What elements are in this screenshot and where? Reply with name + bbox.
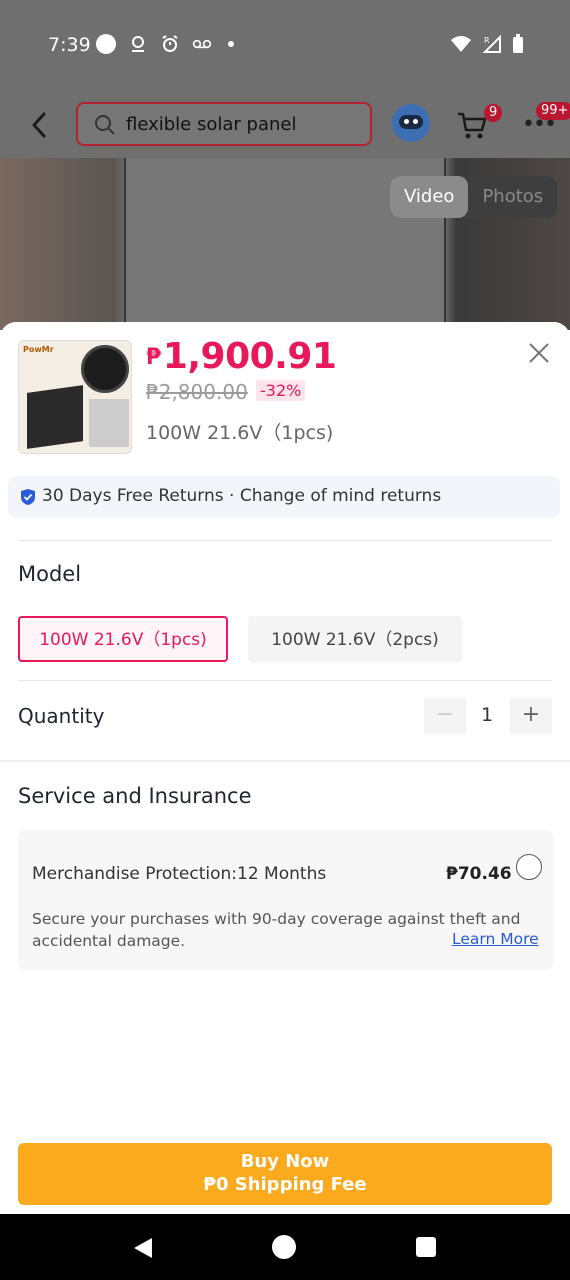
insurance-title: Merchandise Protection:12 Months xyxy=(32,864,327,884)
shield-check-icon xyxy=(21,489,35,505)
product-media-hero[interactable]: Video Photos xyxy=(0,158,570,330)
model-title: Model xyxy=(18,562,82,586)
robot-eye xyxy=(404,119,409,124)
battery-icon xyxy=(513,34,523,53)
back-arrow-icon[interactable] xyxy=(26,110,54,140)
learn-more-link[interactable]: Learn More xyxy=(452,930,539,948)
insurance-card[interactable]: Merchandise Protection:12 Months ₱70.46 … xyxy=(18,830,554,970)
sku-selector-sheet: PowMr ₱1,900.91 ₱2,800.00 -32% 100W 21.6… xyxy=(0,322,570,1214)
thumbnail-detail-image xyxy=(89,399,129,447)
current-price: ₱1,900.91 xyxy=(146,336,337,377)
top-header: flexible solar panel 9 ••• 99+ xyxy=(0,96,570,156)
media-toggle: Video Photos xyxy=(390,176,558,218)
svg-text:R: R xyxy=(484,36,490,45)
notification-icon xyxy=(132,36,144,52)
buy-now-button[interactable]: Buy Now ₱0 Shipping Fee xyxy=(18,1143,552,1205)
divider xyxy=(18,680,552,681)
thumbnail-roll-image xyxy=(81,345,129,393)
thumbnail-panel-image xyxy=(27,385,83,449)
status-bar: 7:39 R xyxy=(0,0,570,90)
robot-face xyxy=(399,115,423,129)
tab-photos[interactable]: Photos xyxy=(468,176,557,218)
shipping-fee-label: ₱0 Shipping Fee xyxy=(203,1174,367,1195)
robot-eye xyxy=(413,119,418,124)
free-returns-text: 30 Days Free Returns · Change of mind re… xyxy=(42,486,442,506)
voicemail-icon xyxy=(192,39,212,49)
service-insurance-title: Service and Insurance xyxy=(18,784,252,808)
assistant-robot-icon[interactable] xyxy=(392,104,430,142)
price-value: 1,900.91 xyxy=(162,336,337,377)
alarm-icon xyxy=(162,35,178,52)
thumbnail-brand-logo: PowMr xyxy=(23,345,54,354)
nav-back-icon[interactable] xyxy=(132,1236,154,1260)
status-time: 7:39 xyxy=(48,34,91,56)
insurance-radio[interactable] xyxy=(516,854,542,880)
wifi-icon xyxy=(451,36,471,52)
search-query: flexible solar panel xyxy=(126,114,297,135)
quantity-decrement-button[interactable]: − xyxy=(424,698,466,734)
original-price: ₱2,800.00 xyxy=(146,380,248,404)
more-notifications-dot-icon xyxy=(228,41,234,47)
selected-variant-text: 100W 21.6V（1pcs) xyxy=(146,422,334,444)
close-icon[interactable] xyxy=(526,340,552,366)
price-currency: ₱ xyxy=(146,345,161,370)
discount-badge: -32% xyxy=(256,380,306,401)
nav-recents-icon[interactable] xyxy=(416,1237,436,1257)
notification-dot-icon xyxy=(96,34,116,54)
search-input[interactable]: flexible solar panel xyxy=(76,102,372,146)
model-option-1pcs[interactable]: 100W 21.6V（1pcs) xyxy=(18,616,228,662)
quantity-increment-button[interactable]: + xyxy=(510,698,552,734)
buy-now-label: Buy Now xyxy=(240,1151,330,1172)
divider xyxy=(18,540,552,541)
system-nav-bar xyxy=(0,1214,570,1280)
status-icons-left xyxy=(96,34,234,54)
product-thumbnail[interactable]: PowMr xyxy=(18,340,132,454)
tab-video[interactable]: Video xyxy=(390,176,469,218)
status-icons-right: R xyxy=(450,34,524,54)
quantity-label: Quantity xyxy=(18,704,105,728)
model-option-2pcs[interactable]: 100W 21.6V（2pcs) xyxy=(248,616,462,662)
nav-home-icon[interactable] xyxy=(272,1235,296,1259)
free-returns-banner[interactable]: 30 Days Free Returns · Change of mind re… xyxy=(8,476,560,518)
signal-icon: R xyxy=(482,35,501,53)
quantity-value[interactable]: 1 xyxy=(472,704,502,726)
search-icon xyxy=(95,115,115,135)
insurance-price: ₱70.46 xyxy=(446,864,512,884)
cart-badge: 9 xyxy=(484,104,503,122)
messages-badge: 99+ xyxy=(536,102,570,120)
section-divider xyxy=(0,760,570,762)
